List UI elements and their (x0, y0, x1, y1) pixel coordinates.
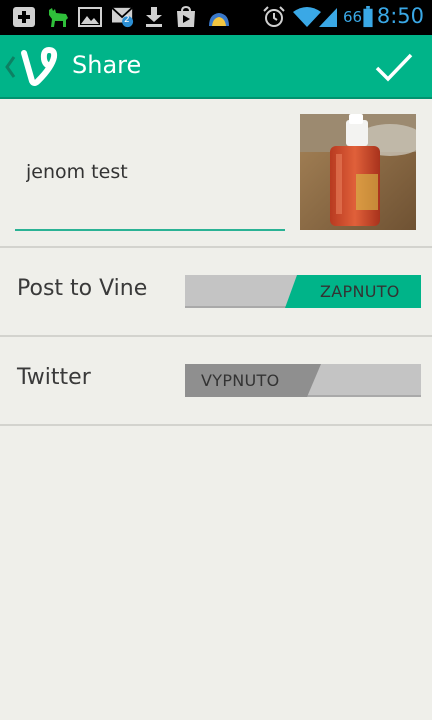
alarm-icon (263, 6, 285, 27)
image-icon (78, 7, 102, 27)
play-store-icon (177, 6, 195, 27)
row-label-vine: Post to Vine (17, 276, 148, 301)
video-thumbnail[interactable] (300, 114, 416, 230)
row-label-twitter: Twitter (17, 365, 91, 390)
toggle-state-on: ZAPNUTO (320, 282, 400, 301)
cloud-icon (209, 13, 229, 26)
deer-icon (49, 8, 68, 27)
battery-icon (363, 6, 373, 28)
download-icon (146, 7, 162, 27)
mail-badge: 2 (124, 15, 130, 25)
bottle-photo (300, 114, 416, 230)
plus-box-icon (13, 7, 35, 27)
vine-toggle[interactable]: ZAPNUTO (185, 275, 421, 308)
twitter-toggle[interactable]: VYPNUTO (185, 364, 421, 397)
battery-level: 66 (343, 8, 363, 26)
back-chevron-icon[interactable] (4, 54, 16, 80)
compose-area (0, 99, 432, 247)
clock: 8:50 (376, 4, 424, 28)
signal-icon (319, 8, 337, 27)
caption-input[interactable] (15, 115, 285, 231)
status-bar: 2 66 8:50 (0, 0, 432, 35)
vine-logo-icon[interactable] (20, 45, 60, 89)
divider (0, 424, 432, 426)
check-icon[interactable] (374, 51, 414, 83)
page-title: Share (72, 51, 142, 79)
action-bar: Share (0, 35, 432, 99)
share-row-vine: Post to Vine ZAPNUTO (0, 248, 432, 334)
toggle-state-off: VYPNUTO (201, 371, 280, 390)
share-row-twitter: Twitter VYPNUTO (0, 337, 432, 423)
mail-icon (111, 7, 134, 28)
